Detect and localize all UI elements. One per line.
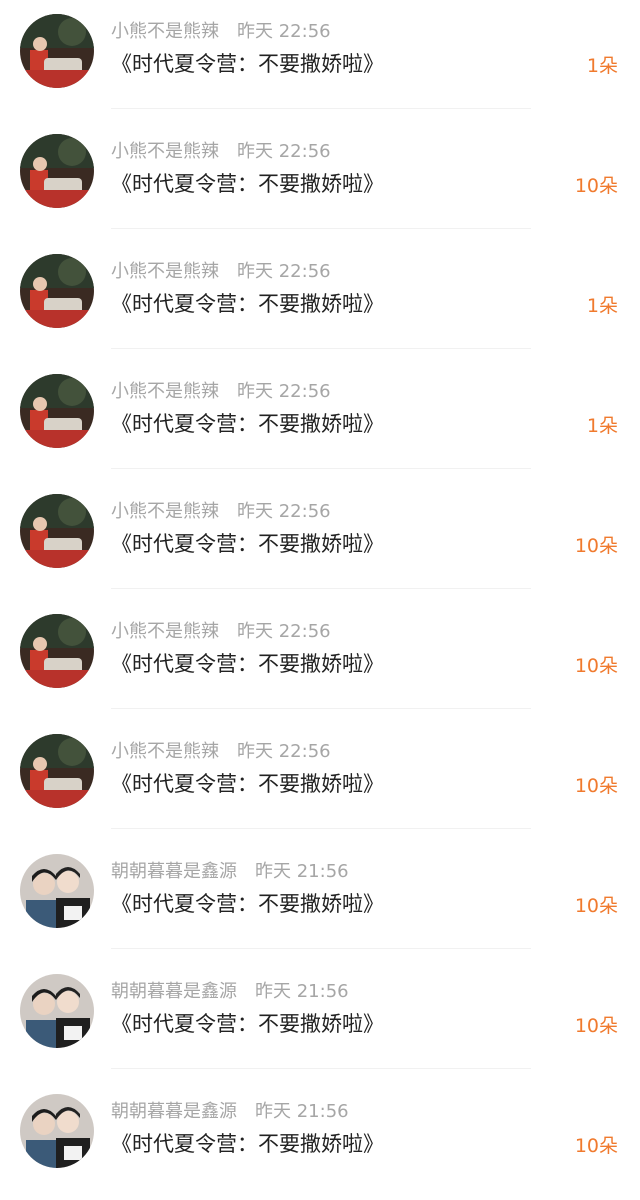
meta-line: 小熊不是熊辣 昨天 22:56 (111, 260, 331, 284)
avatar[interactable] (20, 374, 94, 448)
list-item[interactable]: 朝朝暮暮是鑫源 昨天 21:56 《时代夏令营：不要撒娇啦》 10朵 (0, 1080, 640, 1200)
username[interactable]: 小熊不是熊辣 (111, 741, 219, 762)
item-title: 《时代夏令营：不要撒娇啦》 (111, 412, 384, 436)
username[interactable]: 小熊不是熊辣 (111, 501, 219, 522)
list-item[interactable]: 朝朝暮暮是鑫源 昨天 21:56 《时代夏令营：不要撒娇啦》 10朵 (0, 960, 640, 1080)
timestamp: 昨天 22:56 (237, 381, 331, 402)
username[interactable]: 朝朝暮暮是鑫源 (111, 1101, 237, 1122)
avatar-red-photo-icon (20, 374, 94, 448)
item-title: 《时代夏令营：不要撒娇啦》 (111, 52, 384, 76)
item-title: 《时代夏令营：不要撒娇啦》 (111, 1132, 384, 1156)
username[interactable]: 朝朝暮暮是鑫源 (111, 981, 237, 1002)
flower-count: 10朵 (574, 1015, 618, 1037)
item-title: 《时代夏令营：不要撒娇啦》 (111, 892, 384, 916)
divider (111, 708, 531, 709)
meta-line: 朝朝暮暮是鑫源 昨天 21:56 (111, 860, 349, 884)
username[interactable]: 小熊不是熊辣 (111, 261, 219, 282)
flower-count: 1朵 (586, 415, 618, 437)
avatar-red-photo-icon (20, 614, 94, 688)
list-item[interactable]: 小熊不是熊辣 昨天 22:56 《时代夏令营：不要撒娇啦》 10朵 (0, 600, 640, 720)
divider (111, 228, 531, 229)
timestamp: 昨天 22:56 (237, 261, 331, 282)
username[interactable]: 小熊不是熊辣 (111, 141, 219, 162)
divider (111, 948, 531, 949)
meta-line: 小熊不是熊辣 昨天 22:56 (111, 380, 331, 404)
avatar-red-photo-icon (20, 494, 94, 568)
item-title: 《时代夏令营：不要撒娇啦》 (111, 172, 384, 196)
avatar[interactable] (20, 494, 94, 568)
avatar-two-people-photo-icon (20, 1094, 94, 1168)
gift-record-list: 小熊不是熊辣 昨天 22:56 《时代夏令营：不要撒娇啦》 1朵 小熊不是熊辣 昨天… (0, 0, 640, 1186)
timestamp: 昨天 22:56 (237, 141, 331, 162)
flower-count: 1朵 (586, 295, 618, 317)
list-item[interactable]: 小熊不是熊辣 昨天 22:56 《时代夏令营：不要撒娇啦》 10朵 (0, 480, 640, 600)
divider (111, 468, 531, 469)
list-item[interactable]: 小熊不是熊辣 昨天 22:56 《时代夏令营：不要撒娇啦》 1朵 (0, 240, 640, 360)
meta-line: 小熊不是熊辣 昨天 22:56 (111, 740, 331, 764)
divider (111, 348, 531, 349)
flower-count: 10朵 (574, 175, 618, 197)
flower-count: 10朵 (574, 535, 618, 557)
timestamp: 昨天 21:56 (255, 861, 349, 882)
flower-count: 10朵 (574, 775, 618, 797)
avatar[interactable] (20, 854, 94, 928)
flower-count: 10朵 (574, 1135, 618, 1157)
item-title: 《时代夏令营：不要撒娇啦》 (111, 1012, 384, 1036)
meta-line: 朝朝暮暮是鑫源 昨天 21:56 (111, 980, 349, 1004)
avatar[interactable] (20, 1094, 94, 1168)
list-item[interactable]: 小熊不是熊辣 昨天 22:56 《时代夏令营：不要撒娇啦》 1朵 (0, 0, 640, 120)
avatar-red-photo-icon (20, 254, 94, 328)
avatar[interactable] (20, 134, 94, 208)
item-title: 《时代夏令营：不要撒娇啦》 (111, 652, 384, 676)
meta-line: 小熊不是熊辣 昨天 22:56 (111, 500, 331, 524)
avatar-two-people-photo-icon (20, 854, 94, 928)
avatar[interactable] (20, 14, 94, 88)
item-title: 《时代夏令营：不要撒娇啦》 (111, 532, 384, 556)
divider (111, 108, 531, 109)
username[interactable]: 朝朝暮暮是鑫源 (111, 861, 237, 882)
avatar[interactable] (20, 734, 94, 808)
avatar[interactable] (20, 614, 94, 688)
username[interactable]: 小熊不是熊辣 (111, 381, 219, 402)
list-item[interactable]: 小熊不是熊辣 昨天 22:56 《时代夏令营：不要撒娇啦》 10朵 (0, 120, 640, 240)
timestamp: 昨天 22:56 (237, 621, 331, 642)
timestamp: 昨天 22:56 (237, 21, 331, 42)
timestamp: 昨天 21:56 (255, 981, 349, 1002)
meta-line: 朝朝暮暮是鑫源 昨天 21:56 (111, 1100, 349, 1124)
flower-count: 10朵 (574, 895, 618, 917)
avatar-red-photo-icon (20, 14, 94, 88)
list-item[interactable]: 朝朝暮暮是鑫源 昨天 21:56 《时代夏令营：不要撒娇啦》 10朵 (0, 840, 640, 960)
divider (111, 828, 531, 829)
list-item[interactable]: 小熊不是熊辣 昨天 22:56 《时代夏令营：不要撒娇啦》 1朵 (0, 360, 640, 480)
timestamp: 昨天 22:56 (237, 501, 331, 522)
avatar-red-photo-icon (20, 734, 94, 808)
flower-count: 10朵 (574, 655, 618, 677)
avatar[interactable] (20, 974, 94, 1048)
username[interactable]: 小熊不是熊辣 (111, 621, 219, 642)
meta-line: 小熊不是熊辣 昨天 22:56 (111, 620, 331, 644)
avatar-two-people-photo-icon (20, 974, 94, 1048)
divider (111, 1068, 531, 1069)
divider (111, 588, 531, 589)
username[interactable]: 小熊不是熊辣 (111, 21, 219, 42)
avatar-red-photo-icon (20, 134, 94, 208)
list-item[interactable]: 小熊不是熊辣 昨天 22:56 《时代夏令营：不要撒娇啦》 10朵 (0, 720, 640, 840)
item-title: 《时代夏令营：不要撒娇啦》 (111, 772, 384, 796)
avatar[interactable] (20, 254, 94, 328)
meta-line: 小熊不是熊辣 昨天 22:56 (111, 20, 331, 44)
flower-count: 1朵 (586, 55, 618, 77)
item-title: 《时代夏令营：不要撒娇啦》 (111, 292, 384, 316)
meta-line: 小熊不是熊辣 昨天 22:56 (111, 140, 331, 164)
timestamp: 昨天 22:56 (237, 741, 331, 762)
timestamp: 昨天 21:56 (255, 1101, 349, 1122)
